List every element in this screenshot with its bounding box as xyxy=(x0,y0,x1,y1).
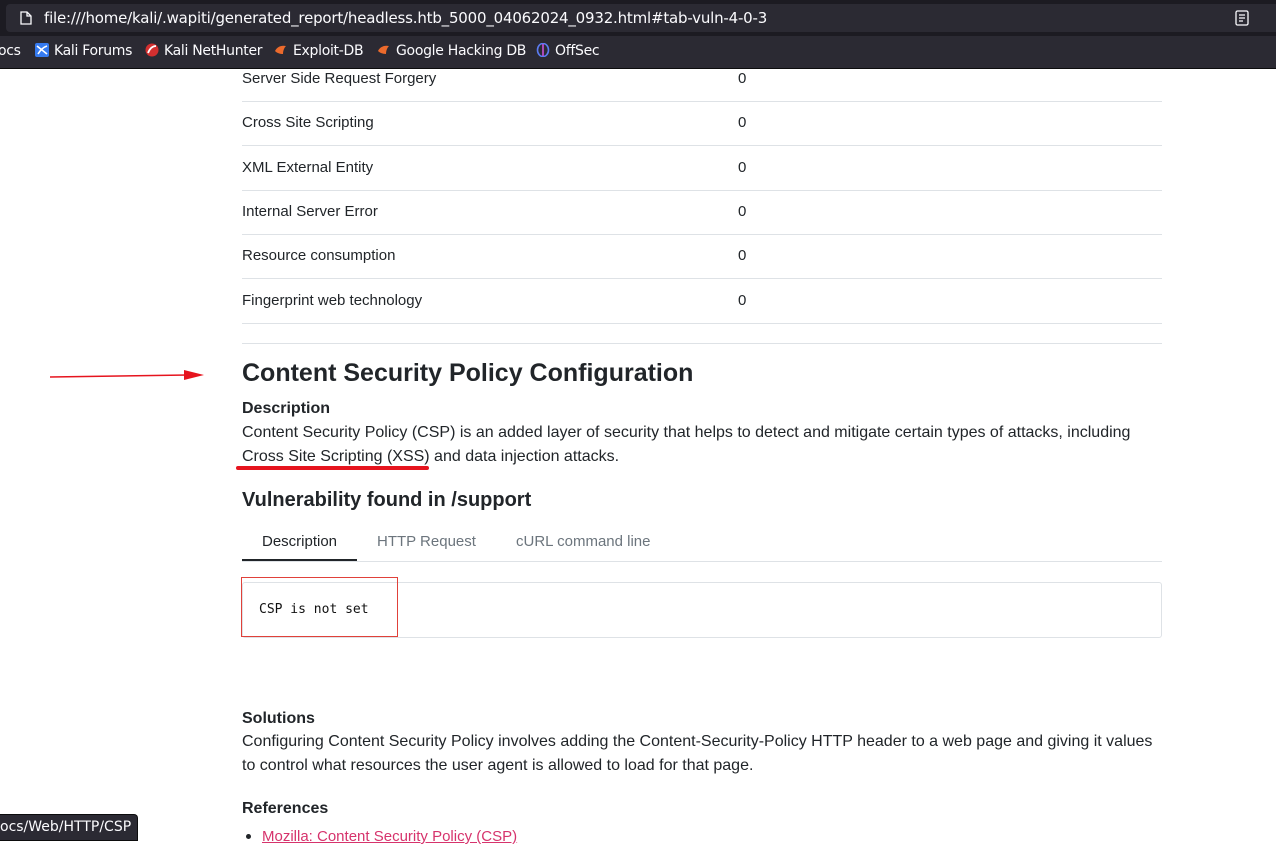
status-bar-url: ocs/Web/HTTP/CSP xyxy=(0,814,139,841)
description-text: Content Security Policy (CSP) is an adde… xyxy=(242,421,1172,469)
vuln-category-name: Cross Site Scripting xyxy=(242,114,374,131)
reader-view-icon[interactable] xyxy=(1235,10,1249,26)
vuln-category-name: Server Side Request Forgery xyxy=(242,70,437,87)
table-row: Fingerprint web technology 0 xyxy=(242,279,1162,324)
section-title: Content Security Policy Configuration xyxy=(242,359,694,387)
vuln-category-name: Fingerprint web technology xyxy=(242,292,423,309)
references-heading: References xyxy=(242,800,329,817)
offsec-icon xyxy=(536,43,550,57)
solutions-line: Configuring Content Security Policy invo… xyxy=(242,733,1153,750)
table-row: XML External Entity 0 xyxy=(242,146,1162,191)
url-bar: file:///home/kali/.wapiti/generated_repo… xyxy=(0,0,1276,36)
reference-link[interactable]: Mozilla: Content Security Policy (CSP) xyxy=(262,828,517,845)
section-divider xyxy=(242,343,1162,344)
url-field[interactable]: file:///home/kali/.wapiti/generated_repo… xyxy=(6,4,1276,32)
bookmark-kali-forums[interactable]: Kali Forums xyxy=(35,43,132,59)
kali-nethunter-icon xyxy=(145,43,159,57)
vuln-category-name: Resource consumption xyxy=(242,247,396,264)
table-row: Server Side Request Forgery 0 xyxy=(242,57,1162,102)
exploit-db-icon xyxy=(275,45,286,54)
vuln-category-count: 0 xyxy=(738,114,747,131)
vuln-category-name: Internal Server Error xyxy=(242,203,378,220)
vuln-category-count: 0 xyxy=(738,159,747,176)
tab-description[interactable]: Description xyxy=(262,533,337,550)
solutions-text: Configuring Content Security Policy invo… xyxy=(242,730,1172,778)
list-bullet xyxy=(246,834,251,839)
vuln-category-count: 0 xyxy=(738,70,747,87)
table-row: Cross Site Scripting 0 xyxy=(242,101,1162,146)
page-icon xyxy=(20,11,32,25)
vuln-category-count: 0 xyxy=(738,247,747,264)
description-heading: Description xyxy=(242,400,331,417)
solutions-line: to control what resources the user agent… xyxy=(242,757,754,774)
kali-forums-icon xyxy=(35,43,49,57)
bookmark-docs[interactable]: ocs xyxy=(0,43,21,59)
vulnerability-heading: Vulnerability found in /support xyxy=(242,489,532,511)
bookmark-label: Kali Forums xyxy=(54,43,133,59)
table-row: Resource consumption 0 xyxy=(242,234,1162,279)
annotation-arrow xyxy=(49,370,204,380)
vuln-tabs: Description HTTP Request cURL command li… xyxy=(242,523,1162,562)
tab-http-request[interactable]: HTTP Request xyxy=(377,533,476,550)
table-row: Internal Server Error 0 xyxy=(242,190,1162,235)
annotation-underline xyxy=(236,466,429,470)
active-tab-indicator xyxy=(242,559,357,561)
bookmark-label: ocs xyxy=(0,43,21,59)
google-hacking-db-icon xyxy=(378,45,389,54)
tab-curl-command-line[interactable]: cURL command line xyxy=(516,533,651,550)
description-line: Content Security Policy (CSP) is an adde… xyxy=(242,424,1131,441)
vuln-category-name: XML External Entity xyxy=(242,159,374,176)
annotation-box xyxy=(241,577,398,637)
url-text[interactable]: file:///home/kali/.wapiti/generated_repo… xyxy=(44,9,767,27)
vuln-category-count: 0 xyxy=(738,203,747,220)
solutions-heading: Solutions xyxy=(242,710,315,727)
vuln-category-count: 0 xyxy=(738,292,747,309)
